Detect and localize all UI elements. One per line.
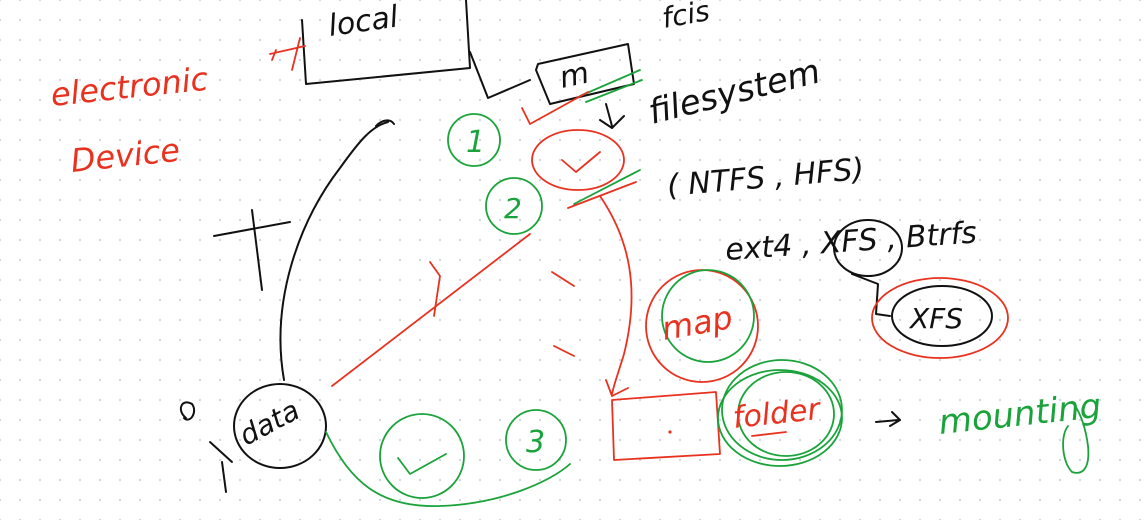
data-line-cross xyxy=(429,261,441,317)
red-dash-1 xyxy=(551,271,575,287)
filesystem-circle-check xyxy=(561,151,601,173)
cross-mark xyxy=(213,209,291,291)
folder-label: folder xyxy=(731,392,823,436)
folder-box xyxy=(611,391,721,461)
mount-check xyxy=(521,91,589,125)
check-mark xyxy=(397,453,447,475)
step-1-label: 1 xyxy=(466,125,485,160)
folder-box-dot xyxy=(668,430,672,434)
fs-to-folder-curve xyxy=(599,195,633,395)
person-glyph xyxy=(179,401,233,493)
fs-to-folder-arrow xyxy=(605,379,629,397)
local-label: local xyxy=(326,0,401,44)
mount-connector xyxy=(469,51,531,99)
step-2-label: 2 xyxy=(504,192,522,225)
fs-abbrev-label: fcis xyxy=(659,0,712,35)
step-3-label: 3 xyxy=(526,425,545,460)
red-dash-2 xyxy=(553,345,575,357)
data-link-curve xyxy=(279,121,389,381)
mount-to-fs-arrow xyxy=(599,103,625,129)
map-label: map xyxy=(659,298,736,348)
data-to-step2-line xyxy=(331,233,531,387)
check-circle xyxy=(379,413,465,499)
whiteboard-canvas: local m fcis filesystem ( NTFS , HFS) ex… xyxy=(0,0,1148,520)
data-label: data xyxy=(234,393,305,452)
mount-box-label: m xyxy=(556,56,592,96)
filesystem-circle xyxy=(531,129,625,191)
device-label: Device xyxy=(69,131,182,180)
mounting-label: mounting xyxy=(937,386,1103,443)
xfs-label: XFS xyxy=(908,302,963,335)
fs-strike-green xyxy=(573,169,641,205)
filesystem-label: filesystem xyxy=(645,52,825,133)
diagram-svg: local m fcis filesystem ( NTFS , HFS) ex… xyxy=(49,0,1103,507)
local-arrow xyxy=(269,37,306,71)
fs-list-1: ( NTFS , HFS) xyxy=(666,152,866,204)
folder-to-mounting-arrow xyxy=(875,411,901,427)
electronic-label: electronic xyxy=(49,60,210,114)
